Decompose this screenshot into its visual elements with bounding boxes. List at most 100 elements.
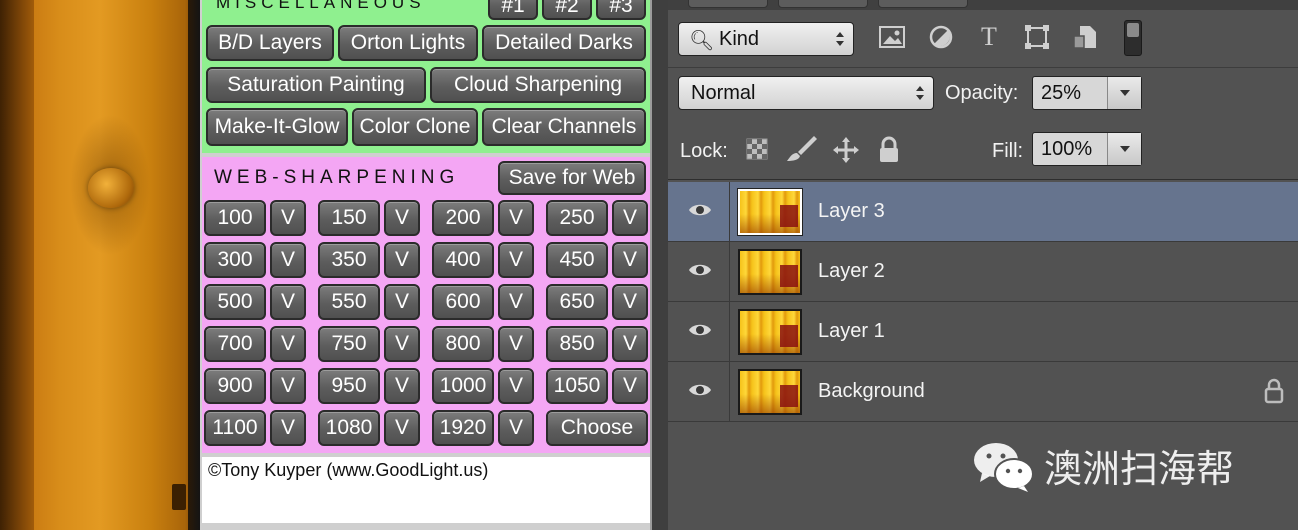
adjustment-filter-icon[interactable] bbox=[928, 24, 954, 50]
shape-filter-icon[interactable] bbox=[1024, 24, 1050, 50]
eye-icon bbox=[689, 384, 711, 396]
view-350-button[interactable]: V bbox=[384, 242, 420, 278]
misc-title: MISCELLANEOUS bbox=[216, 0, 426, 12]
size-1000-button[interactable]: 1000 bbox=[432, 368, 494, 404]
eye-icon bbox=[689, 324, 711, 336]
choose-size-button[interactable]: Choose bbox=[546, 410, 648, 446]
view-1080-button[interactable]: V bbox=[384, 410, 420, 446]
blend-mode-select[interactable]: Normal bbox=[678, 76, 934, 110]
preset-3-button[interactable]: #3 bbox=[596, 0, 646, 20]
fill-field[interactable]: 100% bbox=[1032, 132, 1142, 166]
layer-name[interactable]: Layer 2 bbox=[818, 260, 885, 283]
size-1050-button[interactable]: 1050 bbox=[546, 368, 608, 404]
size-1100-button[interactable]: 1100 bbox=[204, 410, 266, 446]
size-550-button[interactable]: 550 bbox=[318, 284, 380, 320]
fill-value: 100% bbox=[1041, 138, 1093, 160]
bd-layers-button[interactable]: B/D Layers bbox=[206, 25, 334, 61]
fill-dropdown-button[interactable] bbox=[1107, 133, 1141, 165]
size-350-button[interactable]: 350 bbox=[318, 242, 380, 278]
clear-channels-button[interactable]: Clear Channels bbox=[482, 108, 646, 146]
size-900-button[interactable]: 900 bbox=[204, 368, 266, 404]
visibility-toggle[interactable] bbox=[668, 362, 730, 421]
lock-image-pixels-brush-icon[interactable] bbox=[784, 134, 818, 164]
tab-layers[interactable] bbox=[688, 0, 768, 8]
smart-object-filter-icon[interactable] bbox=[1072, 24, 1098, 50]
view-100-button[interactable]: V bbox=[270, 200, 306, 236]
view-400-button[interactable]: V bbox=[498, 242, 534, 278]
lock-transparent-pixels-icon[interactable] bbox=[746, 138, 768, 160]
size-600-button[interactable]: 600 bbox=[432, 284, 494, 320]
size-1080-button[interactable]: 1080 bbox=[318, 410, 380, 446]
size-450-button[interactable]: 450 bbox=[546, 242, 608, 278]
saturation-painting-button[interactable]: Saturation Painting bbox=[206, 67, 426, 103]
size-500-button[interactable]: 500 bbox=[204, 284, 266, 320]
view-600-button[interactable]: V bbox=[498, 284, 534, 320]
tab-paths[interactable] bbox=[878, 0, 968, 8]
opacity-dropdown-button[interactable] bbox=[1107, 77, 1141, 109]
view-700-button[interactable]: V bbox=[270, 326, 306, 362]
type-filter-icon[interactable]: T bbox=[974, 22, 1004, 52]
size-250-button[interactable]: 250 bbox=[546, 200, 608, 236]
size-650-button[interactable]: 650 bbox=[546, 284, 608, 320]
filter-kind-select[interactable]: 🔍︎ Kind bbox=[678, 22, 854, 56]
tab-channels[interactable] bbox=[778, 0, 868, 8]
layer-row-layer-3[interactable]: Layer 3 bbox=[668, 182, 1298, 242]
layer-row-layer-1[interactable]: Layer 1 bbox=[668, 302, 1298, 362]
visibility-toggle[interactable] bbox=[668, 182, 730, 241]
visibility-toggle[interactable] bbox=[668, 242, 730, 301]
view-200-button[interactable]: V bbox=[498, 200, 534, 236]
size-100-button[interactable]: 100 bbox=[204, 200, 266, 236]
blend-row: Normal Opacity: 25% bbox=[668, 68, 1298, 122]
layer-name[interactable]: Layer 3 bbox=[818, 200, 885, 223]
make-it-glow-button[interactable]: Make-It-Glow bbox=[206, 108, 348, 146]
view-1920-button[interactable]: V bbox=[498, 410, 534, 446]
view-500-button[interactable]: V bbox=[270, 284, 306, 320]
view-800-button[interactable]: V bbox=[498, 326, 534, 362]
lock-position-move-icon[interactable] bbox=[832, 136, 860, 164]
size-950-button[interactable]: 950 bbox=[318, 368, 380, 404]
luminosity-plugin-panel: MISCELLANEOUS #1 #2 #3 B/D Layers Orton … bbox=[200, 0, 652, 530]
filter-toggle-switch[interactable] bbox=[1124, 20, 1142, 56]
size-300-button[interactable]: 300 bbox=[204, 242, 266, 278]
size-200-button[interactable]: 200 bbox=[432, 200, 494, 236]
size-400-button[interactable]: 400 bbox=[432, 242, 494, 278]
view-750-button[interactable]: V bbox=[384, 326, 420, 362]
view-950-button[interactable]: V bbox=[384, 368, 420, 404]
layer-name[interactable]: Background bbox=[818, 380, 925, 403]
view-1050-button[interactable]: V bbox=[612, 368, 648, 404]
view-300-button[interactable]: V bbox=[270, 242, 306, 278]
layer-name[interactable]: Layer 1 bbox=[818, 320, 885, 343]
color-clone-button[interactable]: Color Clone bbox=[352, 108, 478, 146]
door-knob bbox=[88, 168, 134, 208]
view-550-button[interactable]: V bbox=[384, 284, 420, 320]
size-1920-button[interactable]: 1920 bbox=[432, 410, 494, 446]
pixel-filter-icon[interactable] bbox=[878, 24, 906, 50]
layer-row-background[interactable]: Background bbox=[668, 362, 1298, 422]
view-650-button[interactable]: V bbox=[612, 284, 648, 320]
eye-icon bbox=[689, 264, 711, 276]
lock-all-icon[interactable] bbox=[878, 136, 900, 164]
opacity-field[interactable]: 25% bbox=[1032, 76, 1142, 110]
view-1100-button[interactable]: V bbox=[270, 410, 306, 446]
view-150-button[interactable]: V bbox=[384, 200, 420, 236]
visibility-toggle[interactable] bbox=[668, 302, 730, 361]
size-850-button[interactable]: 850 bbox=[546, 326, 608, 362]
size-700-button[interactable]: 700 bbox=[204, 326, 266, 362]
detailed-darks-button[interactable]: Detailed Darks bbox=[482, 25, 646, 61]
cloud-sharpening-button[interactable]: Cloud Sharpening bbox=[430, 67, 646, 103]
layer-row-layer-2[interactable]: Layer 2 bbox=[668, 242, 1298, 302]
view-250-button[interactable]: V bbox=[612, 200, 648, 236]
size-150-button[interactable]: 150 bbox=[318, 200, 380, 236]
preset-1-button[interactable]: #1 bbox=[488, 0, 538, 20]
view-1000-button[interactable]: V bbox=[498, 368, 534, 404]
view-850-button[interactable]: V bbox=[612, 326, 648, 362]
view-900-button[interactable]: V bbox=[270, 368, 306, 404]
lock-label: Lock: bbox=[680, 140, 728, 162]
door-latch bbox=[172, 484, 186, 510]
view-450-button[interactable]: V bbox=[612, 242, 648, 278]
preset-2-button[interactable]: #2 bbox=[542, 0, 592, 20]
save-for-web-button[interactable]: Save for Web bbox=[498, 161, 646, 195]
size-750-button[interactable]: 750 bbox=[318, 326, 380, 362]
orton-lights-button[interactable]: Orton Lights bbox=[338, 25, 478, 61]
size-800-button[interactable]: 800 bbox=[432, 326, 494, 362]
